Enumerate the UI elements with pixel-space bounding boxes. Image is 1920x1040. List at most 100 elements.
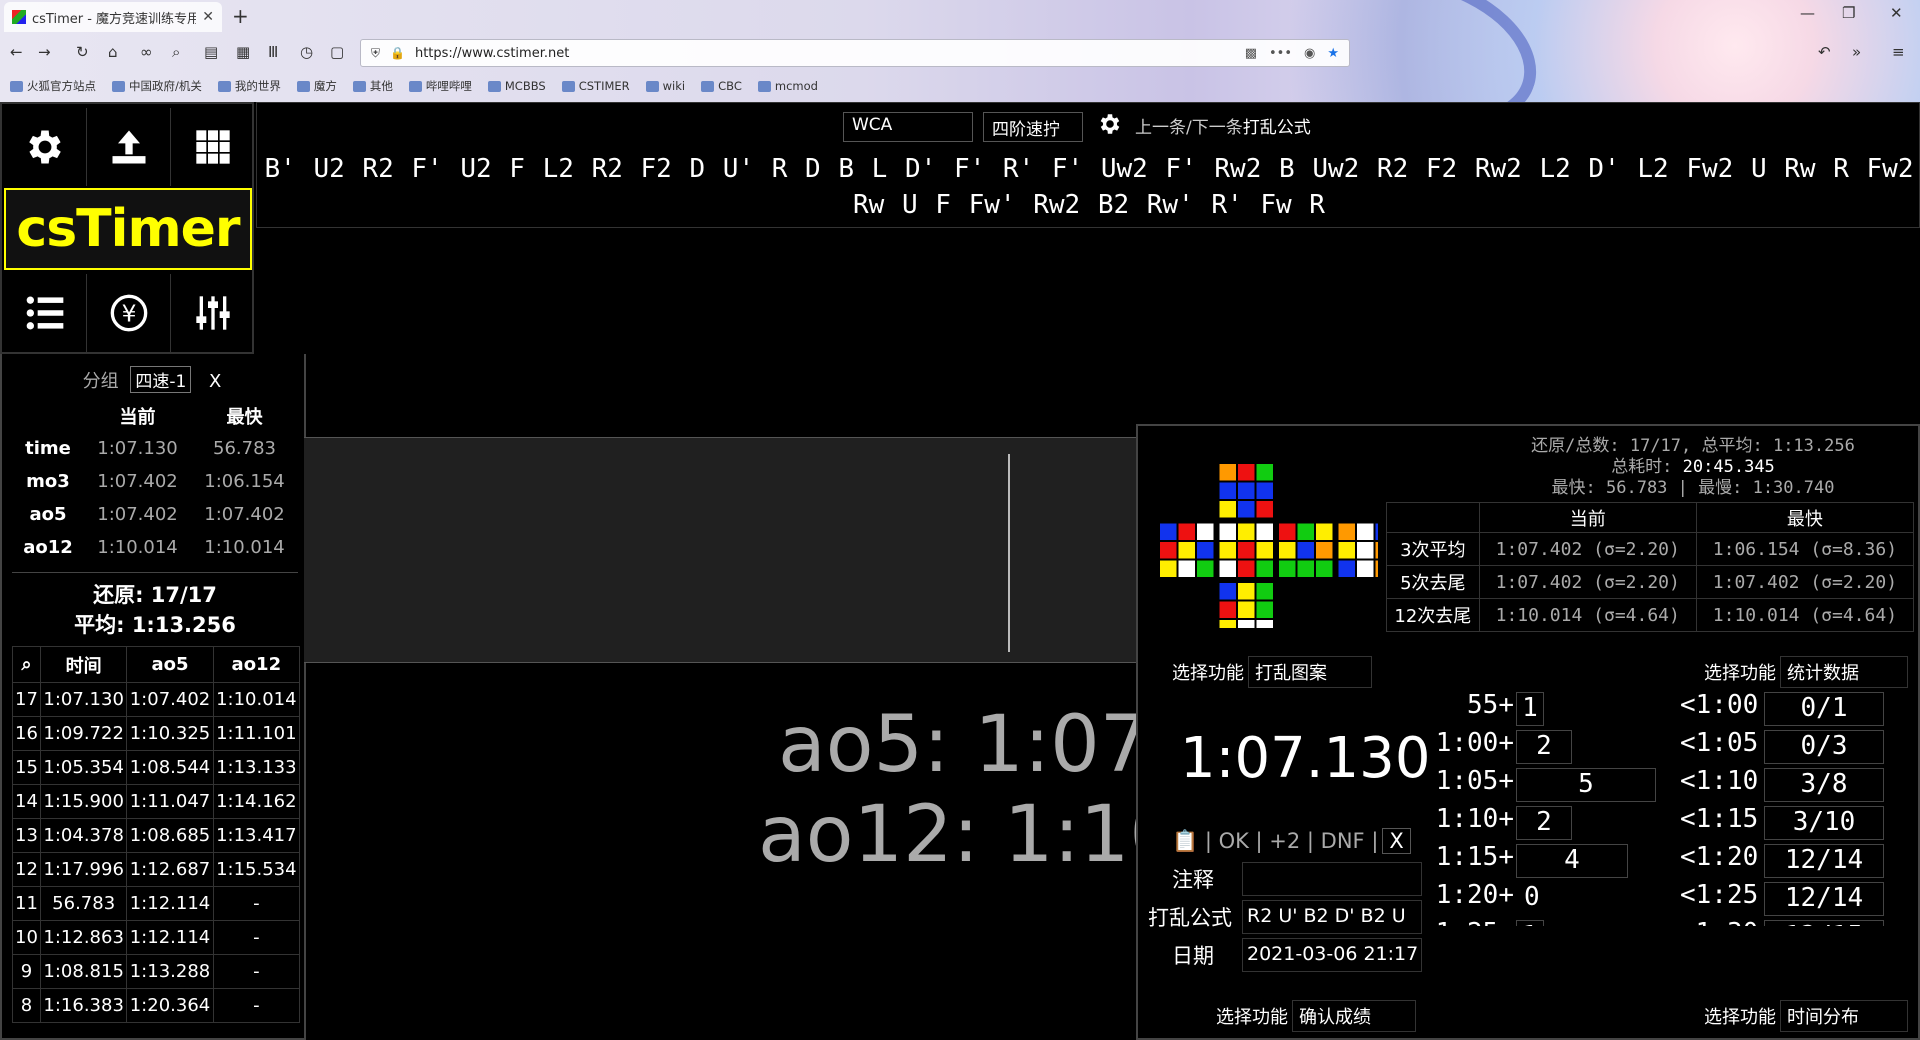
prev-next-link[interactable]: 上一条/下一条 [1135,118,1243,138]
address-bar[interactable]: ⛨ 🔒 https://www.cstimer.net ▩ ••• ◉ ★ [360,39,1350,67]
timer-area[interactable] [304,437,1138,663]
qr-code-icon[interactable]: ▩ [1245,46,1257,61]
solve-ao5[interactable]: 1:07.402 [126,682,214,717]
stat-row[interactable]: mo3 1:07.402 1:06.154 [12,465,298,498]
solve-ao5[interactable]: 1:12.114 [126,920,214,955]
bookmark-item[interactable]: wiki [645,78,685,94]
solve-ao12[interactable]: - [212,988,301,1023]
bookmark-item[interactable]: 哔哩哔哩 [408,78,472,94]
solve-time[interactable]: 1:16.383 [39,988,128,1023]
screenshot-icon[interactable]: ▢ [330,43,344,61]
lock-icon[interactable]: 🔒 [390,46,405,60]
solve-ao5[interactable]: 1:08.544 [126,750,214,785]
solve-time[interactable]: 56.783 [39,886,128,921]
solve-ao5[interactable]: 1:08.685 [126,818,214,853]
bookmark-item[interactable]: CBC [701,78,742,94]
more-actions-icon[interactable]: ••• [1269,46,1292,61]
solve-time[interactable]: 1:08.815 [39,954,128,989]
solve-ao12[interactable]: 1:10.014 [212,682,301,717]
delete-solve-button[interactable]: X [1382,828,1411,854]
restore-icon[interactable]: ❐ [1842,4,1855,22]
extension-icon[interactable]: ∞ [140,43,153,61]
donate-button[interactable]: ¥ [88,270,170,356]
browser-tab[interactable]: csTimer - 魔方竞速训练专用计 ✕ [4,2,222,32]
tool-select[interactable]: 统计数据 [1780,656,1908,688]
session-delete-button[interactable]: X [209,371,221,392]
close-window-icon[interactable]: ✕ [1890,4,1903,22]
table-row[interactable]: 10 1:12.863 1:12.114- [12,920,301,955]
solve-ao12[interactable]: 1:11.101 [212,716,301,751]
solve-time[interactable]: 1:09.722 [39,716,128,751]
solve-ao5[interactable]: 1:10.325 [126,716,214,751]
tools-button[interactable] [172,270,254,356]
solve-time[interactable]: 1:12.863 [39,920,128,955]
stat-row[interactable]: ao12 1:10.014 1:10.014 [12,531,298,564]
bookmark-star-icon[interactable]: ★ [1327,46,1339,61]
solve-ao12[interactable]: - [212,920,301,955]
comment-input[interactable] [1242,862,1422,896]
solve-time[interactable]: 1:04.378 [39,818,128,853]
gear-icon[interactable] [1097,111,1123,137]
solve-time[interactable]: 1:07.130 [39,682,128,717]
close-tab-icon[interactable]: ✕ [202,9,214,25]
tool-select[interactable]: 时间分布 [1780,1000,1908,1032]
solve-ao12[interactable]: 1:15.534 [212,852,301,887]
table-row[interactable]: 14 1:15.900 1:11.047 1:14.162 [12,784,301,819]
table-row[interactable]: 15 1:05.354 1:08.544 1:13.133 [12,750,301,785]
options-button[interactable] [4,104,86,190]
reload-icon[interactable]: ↻ [76,43,89,61]
solve-ao5[interactable]: 1:13.288 [126,954,214,989]
menu-icon[interactable]: ≡ [1892,43,1905,61]
search-icon[interactable]: ⌕ [172,43,180,61]
solve-ao5[interactable]: 1:11.047 [126,784,214,819]
solve-ao12[interactable]: - [212,886,301,921]
bookmark-item[interactable]: MCBBS [487,78,546,94]
table-row[interactable]: 13 1:04.378 1:08.685 1:13.417 [12,818,301,853]
solve-ao12[interactable]: 1:13.133 [212,750,301,785]
library-icon[interactable]: Ⅲ [268,43,278,61]
bookmark-item[interactable]: 中国政府/机关 [112,78,202,94]
bookmark-item[interactable]: 魔方 [296,78,337,94]
solve-time[interactable]: 1:15.900 [39,784,128,819]
solve-ao5[interactable]: 1:12.687 [126,852,214,887]
sidebar-icon[interactable]: ▤ [204,43,218,61]
bookmark-item[interactable]: 其他 [352,78,393,94]
solve-ao5[interactable]: 1:20.364 [126,988,214,1023]
scramble-text[interactable]: B' U2 R2 F' U2 F L2 R2 F2 D U' R D B L D… [257,151,1920,223]
export-button[interactable] [88,104,170,190]
home-icon[interactable]: ⌂ [108,43,118,61]
cstimer-logo[interactable]: csTimer [4,188,252,270]
table-row[interactable]: 16 1:09.722 1:10.325 1:11.101 [12,716,301,751]
solve-time[interactable]: 1:17.996 [39,852,128,887]
penalty-actions[interactable]: 📋 | OK | +2 | DNF | [1172,829,1378,853]
tool-select[interactable]: 确认成绩 [1292,1000,1416,1032]
undo-icon[interactable]: ↶ [1818,43,1831,61]
overflow-icon[interactable]: » [1852,43,1861,61]
url-text[interactable]: https://www.cstimer.net [415,46,1233,61]
tool-select[interactable]: 打乱图案 [1248,656,1372,688]
minimize-icon[interactable]: — [1800,4,1815,22]
session-select[interactable]: 四速-1 [130,366,192,393]
stats-button[interactable] [4,270,86,356]
bookmark-item[interactable]: 我的世界 [217,78,281,94]
solve-ao12[interactable]: - [212,954,301,989]
reader-icon[interactable]: ▦ [236,43,250,61]
table-row[interactable]: 12 1:17.996 1:12.687 1:15.534 [12,852,301,887]
scramble-type-select[interactable]: WCA [843,112,973,142]
forward-icon[interactable]: → [38,43,51,61]
shield-icon[interactable]: ⛨ [371,46,380,61]
stat-row[interactable]: ao5 1:07.402 1:07.402 [12,498,298,531]
scramble-subtype-select[interactable]: 四阶速拧 [983,112,1083,142]
history-icon[interactable]: ◷ [300,43,313,61]
stat-row[interactable]: time 1:07.130 56.783 [12,432,298,465]
bookmark-item[interactable]: mcmod [757,78,818,94]
scramble-nav[interactable]: 上一条/下一条打乱公式 [1135,113,1311,138]
solve-ao12[interactable]: 1:14.162 [212,784,301,819]
solve-ao12[interactable]: 1:13.417 [212,818,301,853]
solve-ao5[interactable]: 1:12.114 [126,886,214,921]
session-summary[interactable]: 还原: 17/17 平均: 1:13.256 [12,572,298,642]
scramble-button[interactable] [172,104,254,190]
new-tab-icon[interactable]: + [232,4,249,28]
bookmark-item[interactable]: CSTIMER [561,78,630,94]
search-icon[interactable]: ⌕ [12,646,41,683]
